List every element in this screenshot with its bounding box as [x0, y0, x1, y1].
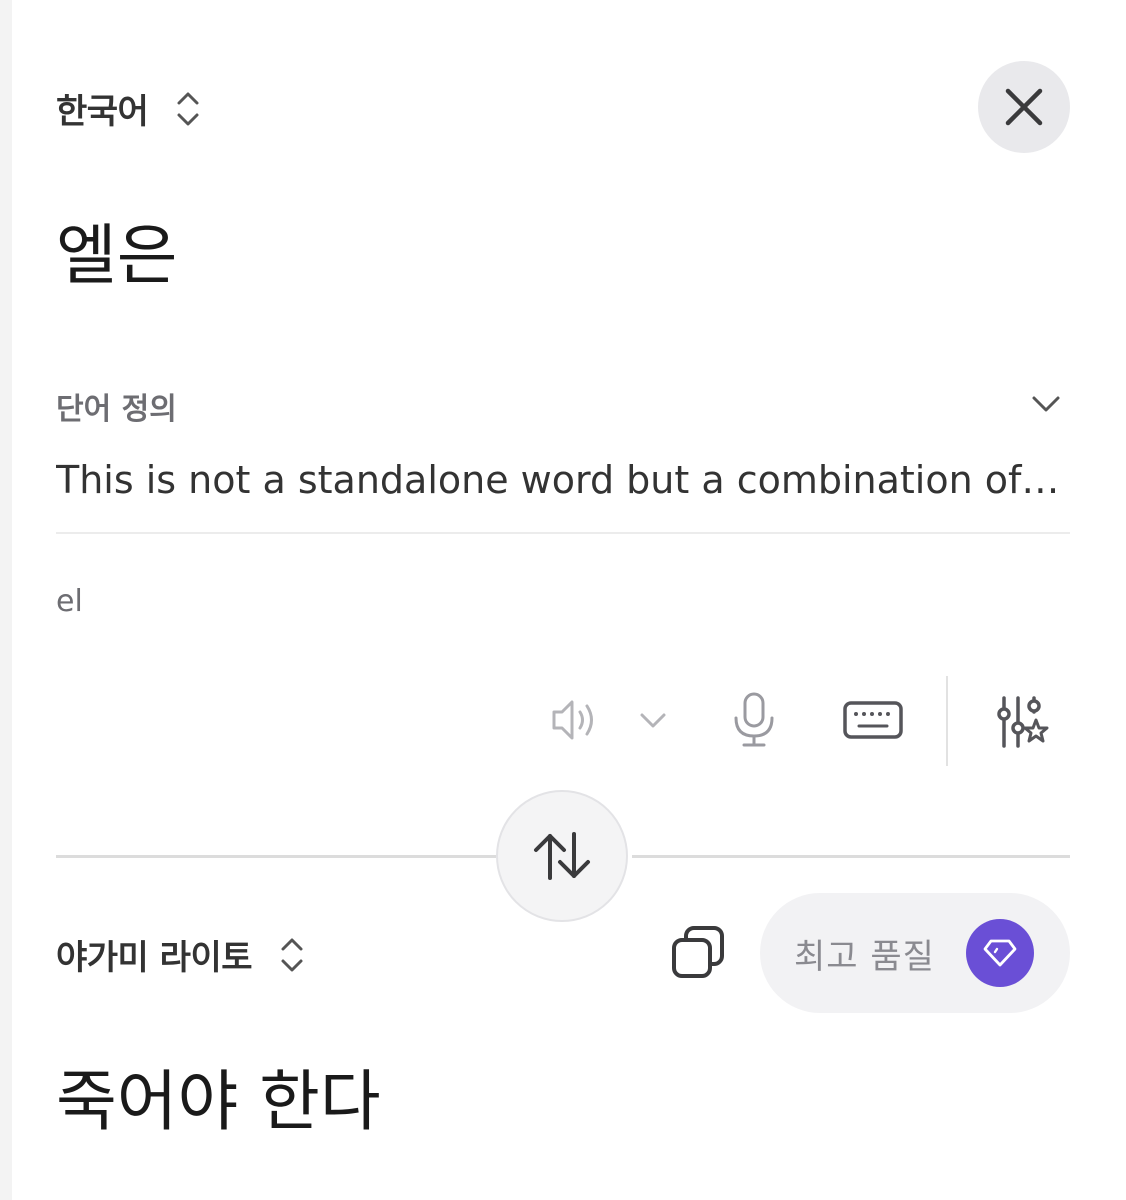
speaker-button[interactable]: [548, 694, 604, 746]
target-language-label: 야가미 라이토: [56, 938, 253, 978]
source-language-label: 한국어: [56, 92, 149, 132]
settings-button[interactable]: [994, 692, 1050, 752]
translated-text: 죽어야 한다: [56, 1063, 381, 1140]
chevron-down-icon: [640, 713, 666, 728]
quality-label: 최고 품질: [794, 936, 935, 977]
premium-badge: [966, 919, 1034, 987]
romanization-text: el: [56, 584, 83, 619]
definition-text: This is not a standalone word but a comb…: [56, 458, 1062, 502]
chevron-up-down-icon: [177, 92, 199, 125]
keyboard-button[interactable]: [842, 698, 904, 742]
speaker-icon: [552, 700, 593, 740]
close-button[interactable]: [978, 61, 1070, 153]
source-language-selector[interactable]: 한국어: [56, 84, 202, 133]
keyboard-icon: [843, 701, 903, 739]
swap-arrows-icon: [534, 832, 590, 880]
sliders-star-icon: [997, 696, 1049, 748]
divider: [56, 855, 496, 858]
divider: [56, 532, 1070, 534]
divider: [632, 855, 1070, 858]
microphone-icon: [734, 692, 774, 747]
microphone-button[interactable]: [730, 690, 778, 750]
quality-toggle[interactable]: 최고 품질: [760, 893, 1070, 1013]
translator-panel: 한국어 엘은 단어 정의 This is not a standalone wo…: [0, 0, 1126, 1200]
swap-languages-button[interactable]: [496, 790, 628, 922]
target-language-selector[interactable]: 야가미 라이토: [56, 930, 306, 979]
diamond-icon: [983, 939, 1017, 967]
toolbar-separator: [946, 676, 948, 766]
chevron-up-down-icon: [281, 938, 303, 971]
copy-button[interactable]: [668, 922, 730, 984]
source-text[interactable]: 엘은: [56, 218, 177, 294]
chevron-down-icon[interactable]: [1030, 392, 1062, 416]
left-edge: [0, 0, 12, 1200]
close-icon: [1005, 88, 1043, 126]
copy-icon: [672, 926, 724, 978]
voice-dropdown-button[interactable]: [638, 708, 668, 732]
definition-title: 단어 정의: [56, 392, 177, 427]
